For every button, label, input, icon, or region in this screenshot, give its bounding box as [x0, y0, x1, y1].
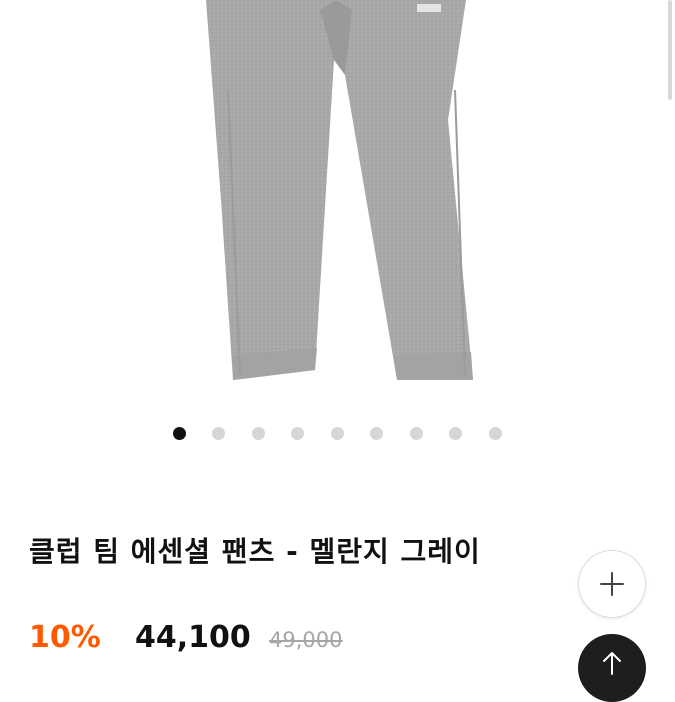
- gallery-dot-1[interactable]: [173, 427, 186, 440]
- arrow-up-icon: [603, 652, 621, 675]
- product-image-gallery[interactable]: [0, 0, 675, 470]
- gallery-dot-3[interactable]: [252, 427, 265, 440]
- scroll-to-top-button[interactable]: [578, 634, 646, 702]
- sale-price: 44,100: [135, 620, 251, 655]
- product-title: 클럽 팀 에센셜 팬츠 - 멜란지 그레이: [29, 535, 481, 568]
- discount-rate: 10%: [29, 620, 101, 655]
- gallery-dot-9[interactable]: [489, 427, 502, 440]
- plus-icon: [600, 572, 624, 596]
- gallery-dot-8[interactable]: [449, 427, 462, 440]
- gallery-dot-5[interactable]: [331, 427, 344, 440]
- gallery-dot-6[interactable]: [370, 427, 383, 440]
- original-price: 49,000: [269, 628, 343, 652]
- sweatpants-image: [206, 0, 473, 380]
- gallery-dot-2[interactable]: [212, 427, 225, 440]
- gallery-dot-4[interactable]: [291, 427, 304, 440]
- add-button[interactable]: [578, 550, 646, 618]
- scroll-indicator: [668, 0, 672, 100]
- gallery-dot-7[interactable]: [410, 427, 423, 440]
- gallery-pagination: [0, 427, 675, 441]
